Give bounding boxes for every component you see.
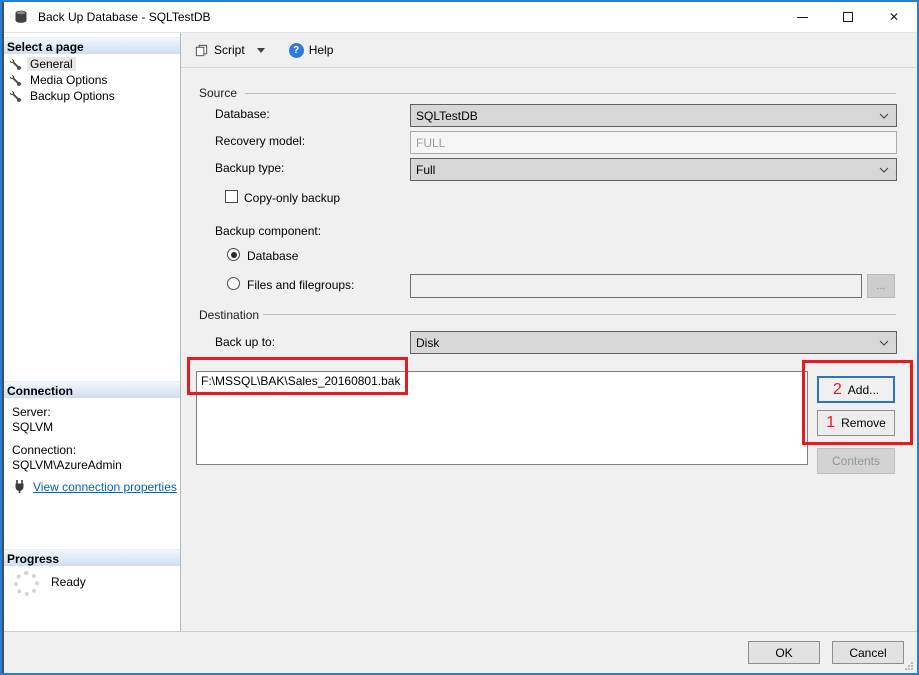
- select-a-page-header: Select a page: [2, 37, 180, 54]
- progress-status: Ready: [51, 575, 86, 596]
- main-panel: Script ? Help Source Database: SQLTestDB…: [181, 33, 917, 631]
- sidebar-item-label: Media Options: [27, 73, 110, 87]
- footer: OK Cancel: [2, 631, 917, 673]
- copy-only-backup-checkbox[interactable]: [225, 190, 238, 203]
- script-label: Script: [214, 43, 245, 57]
- spinner-icon: [14, 571, 39, 596]
- maximize-icon: [843, 12, 853, 22]
- help-label: Help: [309, 43, 334, 57]
- chevron-down-icon: [879, 340, 889, 346]
- connection-info: Server: SQLVM Connection: SQLVM\AzureAdm…: [12, 405, 122, 473]
- connection-value: SQLVM\AzureAdmin: [12, 458, 122, 473]
- files-filegroups-radio[interactable]: [227, 277, 240, 290]
- connection-label: Connection:: [12, 443, 122, 458]
- back-up-to-label: Back up to:: [215, 335, 275, 349]
- contents-button-label: Contents: [832, 454, 880, 468]
- wrench-icon: [10, 75, 21, 86]
- chevron-down-icon: [879, 167, 889, 173]
- cancel-button-label: Cancel: [849, 646, 886, 660]
- wrench-icon: [10, 91, 21, 102]
- backup-database-dialog: Back Up Database - SQLTestDB ✕ Select a …: [0, 0, 919, 675]
- minimize-button[interactable]: [779, 2, 825, 32]
- connection-header: Connection: [2, 381, 180, 398]
- database-combobox[interactable]: SQLTestDB: [410, 104, 897, 127]
- chevron-down-icon: [879, 113, 889, 119]
- copy-only-backup-label: Copy-only backup: [244, 191, 340, 205]
- ok-button[interactable]: OK: [748, 641, 820, 664]
- annotation-box-add-remove: [802, 360, 913, 445]
- sidebar-item-label: General: [27, 57, 76, 71]
- files-filegroups-label: Files and filegroups:: [247, 278, 354, 292]
- sidebar-item-label: Backup Options: [27, 89, 118, 103]
- server-label: Server:: [12, 405, 122, 420]
- database-radio-label: Database: [247, 249, 298, 263]
- minimize-icon: [797, 17, 808, 18]
- backup-component-label: Backup component:: [215, 224, 321, 238]
- database-icon: [13, 9, 29, 25]
- sidebar-item-backup-options[interactable]: Backup Options: [2, 88, 180, 104]
- destination-group-line: [263, 314, 896, 315]
- source-group-label: Source: [199, 86, 237, 100]
- titlebar: Back Up Database - SQLTestDB ✕: [2, 2, 917, 33]
- script-dropdown-icon[interactable]: [257, 48, 265, 53]
- close-icon: ✕: [889, 10, 899, 24]
- recovery-model-label: Recovery model:: [215, 134, 305, 148]
- progress-header: Progress: [2, 549, 180, 566]
- destination-group-label: Destination: [199, 308, 259, 322]
- window-title: Back Up Database - SQLTestDB: [38, 10, 211, 24]
- close-button[interactable]: ✕: [871, 2, 917, 32]
- script-icon: [194, 43, 209, 58]
- help-button[interactable]: ? Help: [285, 40, 338, 61]
- ok-button-label: OK: [775, 646, 792, 660]
- recovery-model-field: FULL: [410, 131, 897, 154]
- script-button[interactable]: Script: [190, 40, 269, 61]
- help-icon: ?: [289, 43, 304, 58]
- resize-grip-icon[interactable]: [903, 660, 914, 671]
- maximize-button[interactable]: [825, 2, 871, 32]
- sidebar-item-media-options[interactable]: Media Options: [2, 72, 180, 88]
- database-label: Database:: [215, 107, 270, 121]
- database-radio[interactable]: [227, 248, 240, 261]
- back-up-to-combobox[interactable]: Disk: [410, 331, 897, 354]
- source-group-line: [245, 93, 896, 94]
- toolbar: Script ? Help: [181, 33, 917, 68]
- server-value: SQLVM: [12, 420, 122, 435]
- annotation-box-file-path: [187, 357, 408, 395]
- browse-button: ...: [867, 274, 895, 298]
- cancel-button[interactable]: Cancel: [832, 641, 904, 664]
- backup-type-combobox[interactable]: Full: [410, 158, 897, 181]
- contents-button: Contents: [817, 448, 895, 474]
- window-left-edge: [2, 2, 4, 673]
- page-list: General Media Options Backup Options: [2, 56, 180, 104]
- window-controls: ✕: [779, 2, 917, 32]
- backup-type-label: Backup type:: [215, 161, 284, 175]
- files-filegroups-field: [410, 274, 862, 298]
- wrench-icon: [10, 59, 21, 70]
- sidebar: Select a page General Media Options Back…: [2, 33, 181, 631]
- sidebar-item-general[interactable]: General: [2, 56, 180, 72]
- view-connection-properties-link[interactable]: View connection properties: [33, 480, 177, 494]
- connection-properties-icon: [12, 479, 27, 494]
